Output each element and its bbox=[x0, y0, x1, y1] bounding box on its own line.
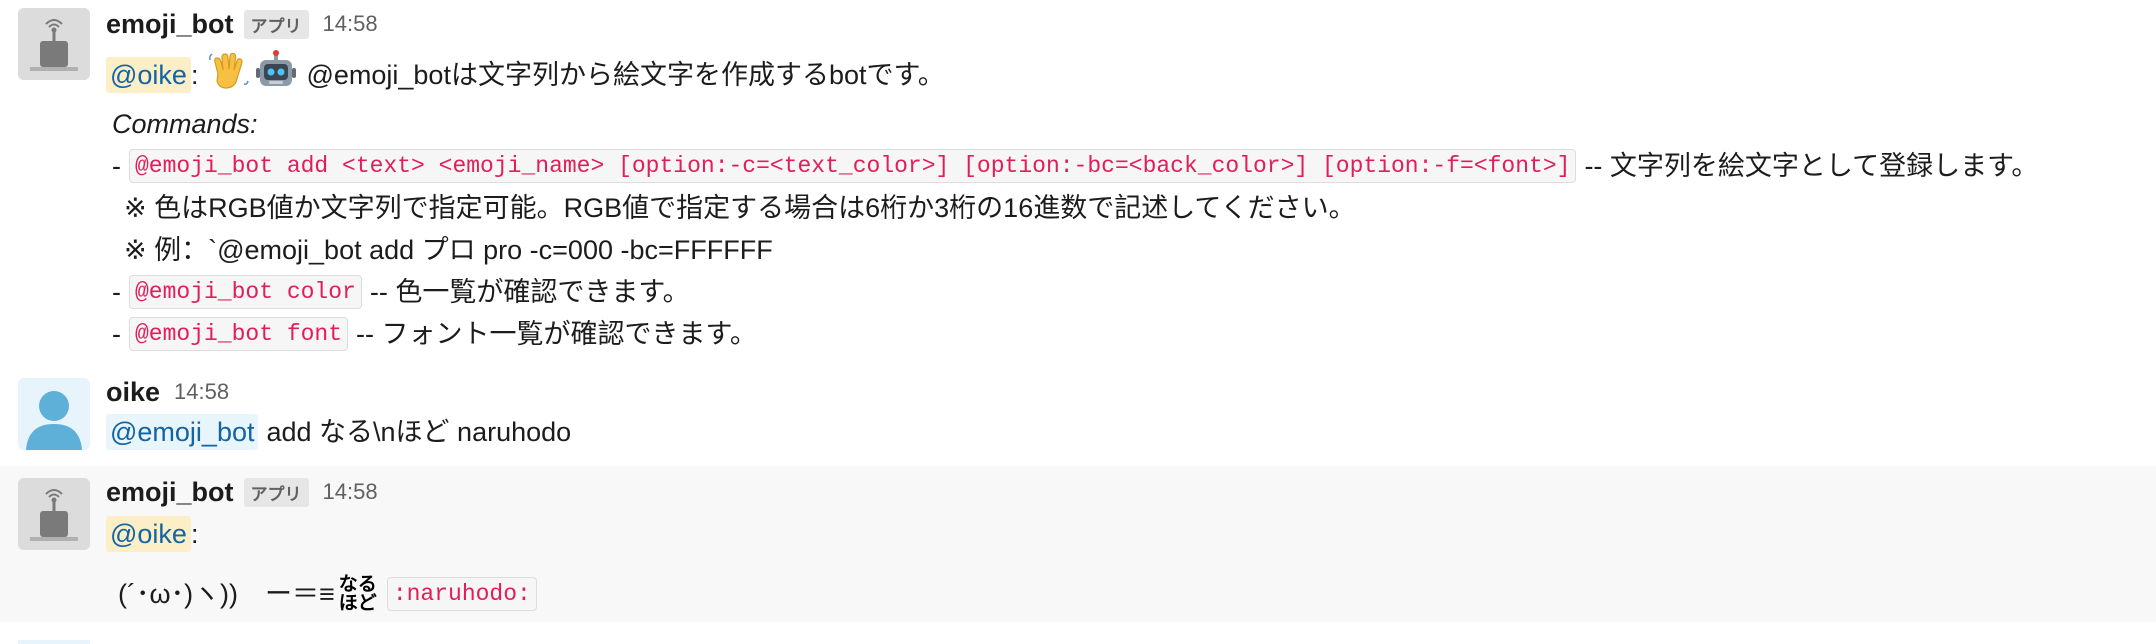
user-mention[interactable]: @oike bbox=[106, 56, 191, 93]
code-add-command: @emoji_bot add <text> <emoji_name> [opti… bbox=[129, 149, 1577, 183]
note-color-line: ※ 色はRGB値か文字列で指定可能。RGB値で指定する場合は6桁か3桁の16進数… bbox=[124, 193, 1356, 223]
code-font-command: @emoji_bot font bbox=[129, 317, 349, 351]
message-bot-result: emoji_bot アプリ 14:58 @oike : (´･ω･)ヽ)) ー＝… bbox=[0, 466, 2156, 622]
result-line: (´･ω･)ヽ)) ー＝≡ なる ほど :naruhodo: bbox=[118, 574, 537, 614]
author-name[interactable]: oike bbox=[106, 377, 160, 408]
timestamp[interactable]: 14:58 bbox=[323, 11, 378, 37]
app-badge: アプリ bbox=[243, 9, 309, 39]
commands-label: Commands: bbox=[112, 109, 258, 139]
bullet-dash: - bbox=[112, 277, 121, 307]
colon: : bbox=[190, 59, 199, 90]
message-header: emoji_bot アプリ 14:58 bbox=[106, 6, 378, 42]
note-example-line: ※ 例：`@emoji_bot add プロ pro -c=000 -bc=FF… bbox=[124, 235, 773, 265]
robot-avatar-icon[interactable] bbox=[18, 478, 90, 550]
message-bot-help: emoji_bot アプリ 14:58 @oike : @emoji_botは文… bbox=[0, 0, 2156, 360]
font-description: -- フォント一覧が確認できます。 bbox=[356, 319, 757, 349]
color-description: -- 色一覧が確認できます。 bbox=[369, 277, 690, 307]
timestamp[interactable]: 14:58 bbox=[323, 479, 378, 505]
colon: : bbox=[190, 519, 199, 549]
command-add-line: - @emoji_bot add <text> <emoji_name> [op… bbox=[112, 148, 2038, 184]
app-badge: アプリ bbox=[243, 477, 309, 507]
author-name[interactable]: emoji_bot bbox=[106, 477, 234, 508]
bullet-dash: - bbox=[112, 319, 121, 349]
message-user-oike: oike 14:58 @emoji_bot add なる\nほど naruhod… bbox=[0, 370, 2156, 464]
naruhodo-custom-emoji: なる ほど bbox=[339, 575, 377, 613]
emoji-shortcode: :naruhodo: bbox=[386, 577, 537, 611]
user-mention[interactable]: @oike bbox=[106, 516, 191, 552]
robot-face-emoji bbox=[254, 48, 298, 101]
timestamp[interactable]: 14:58 bbox=[174, 379, 229, 405]
author-name[interactable]: emoji_bot bbox=[106, 9, 234, 40]
message-header: oike 14:58 bbox=[106, 374, 229, 410]
waving-hand-emoji bbox=[206, 48, 250, 101]
mention-line: @oike : bbox=[106, 516, 198, 552]
message-header: emoji_bot アプリ 14:58 bbox=[106, 474, 378, 510]
next-message-avatar-edge bbox=[18, 640, 90, 644]
emoji-bottom-text: ほど bbox=[338, 592, 377, 614]
kaomoji-text: (´･ω･)ヽ)) ー＝≡ bbox=[118, 579, 335, 609]
message-intro-line: @oike : @emoji_botは文字列から絵文字を作成するbotです。 bbox=[106, 48, 945, 101]
command-color-line: - @emoji_bot color -- 色一覧が確認できます。 bbox=[112, 274, 690, 310]
command-font-line: - @emoji_bot font -- フォント一覧が確認できます。 bbox=[112, 316, 757, 352]
person-avatar-icon[interactable] bbox=[18, 378, 90, 450]
robot-avatar-icon[interactable] bbox=[18, 8, 90, 80]
message-text-line: @emoji_bot add なる\nほど naruhodo bbox=[106, 414, 571, 450]
bullet-dash: - bbox=[112, 151, 121, 181]
code-color-command: @emoji_bot color bbox=[129, 275, 362, 309]
intro-text: @emoji_botは文字列から絵文字を作成するbotです。 bbox=[306, 59, 945, 90]
add-description: -- 文字列を絵文字として登録します。 bbox=[1584, 151, 2039, 181]
bot-mention[interactable]: @emoji_bot bbox=[106, 414, 259, 450]
message-text: add なる\nほど naruhodo bbox=[266, 417, 572, 447]
